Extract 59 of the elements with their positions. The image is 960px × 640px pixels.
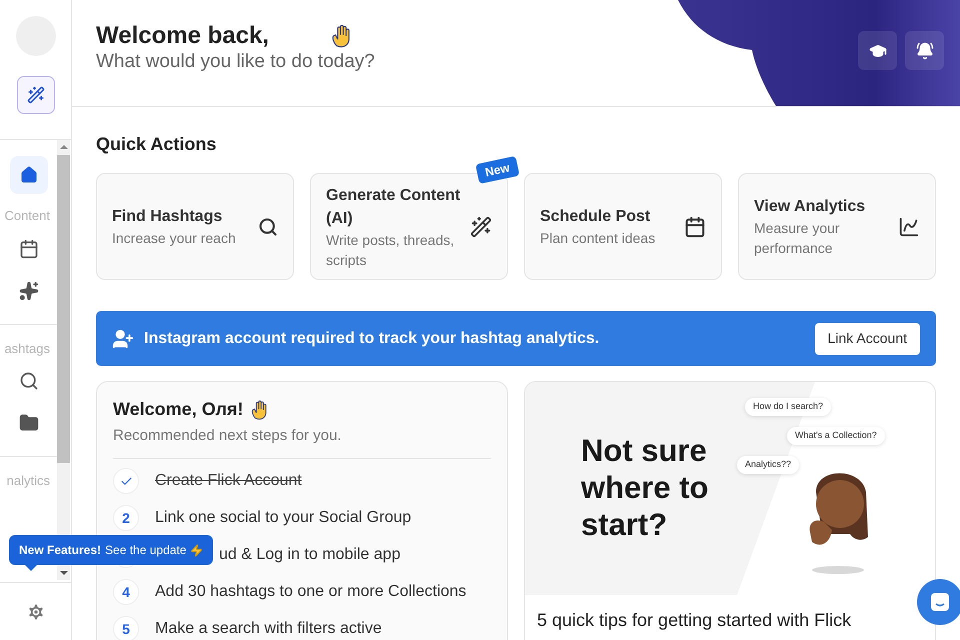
sidebar-section-label: Content <box>4 207 51 225</box>
calendar-icon <box>684 216 706 238</box>
step-text: Make a search with filters active <box>155 619 382 639</box>
card-subtitle: Write posts, threads, scripts <box>326 230 456 270</box>
quick-action-card[interactable]: View Analytics Measure your performance <box>738 173 936 280</box>
section-title: Quick Actions <box>96 133 218 156</box>
add-user-icon <box>112 328 134 350</box>
card-title: Generate Content (AI) <box>326 186 462 228</box>
speech-bubble: What's a Collection? <box>787 427 885 444</box>
card-subtitle: Increase your reach <box>112 229 237 248</box>
scroll-down-arrow-icon <box>60 571 68 575</box>
calendar-icon <box>18 238 38 258</box>
sparkles-icon <box>18 280 38 300</box>
card-title: Schedule Post <box>540 207 652 227</box>
checklist-title: Welcome, Оля! <box>113 398 244 421</box>
magic-wand-icon <box>26 86 44 104</box>
notifications-button[interactable] <box>905 31 944 70</box>
card-title: View Analytics <box>754 197 866 217</box>
step-text: Add 30 hashtags to one or more Collections <box>155 582 466 602</box>
step-number: 4 <box>113 579 139 605</box>
welcome-subtitle: What would you like to do today? <box>96 50 375 74</box>
step-text: ud & Log in to mobile app <box>219 545 400 565</box>
tips-title: 5 quick tips for getting started with Flick <box>537 609 852 632</box>
sidebar-section-label: ashtags <box>4 340 51 358</box>
step-text: Link one social to your Social Group <box>155 508 412 528</box>
home-icon <box>20 166 38 184</box>
search-icon <box>258 216 278 236</box>
speech-bubble: Analytics?? <box>737 456 800 474</box>
new-badge: New <box>476 156 520 184</box>
speech-bubble: How do I search? <box>745 398 832 416</box>
checklist-subtitle: Recommended next steps for you. <box>113 426 342 446</box>
check-icon <box>120 474 132 488</box>
tips-headline: Not sure where to start? <box>581 432 710 543</box>
tooltip-text: See the update <box>105 542 186 559</box>
search-icon <box>18 371 38 391</box>
magic-wand-button[interactable] <box>16 76 54 114</box>
welcome-title: Welcome back, <box>96 22 269 50</box>
sidebar-section-label: nalytics <box>6 472 51 490</box>
banner-text: Instagram account required to track your hashtag analytics. <box>144 328 600 348</box>
quick-action-card[interactable]: Schedule Post Plan content ideas <box>524 173 722 280</box>
tooltip-title: New Features! <box>19 542 102 559</box>
tooltip-pointer-icon <box>25 565 37 571</box>
card-subtitle: Plan content ideas <box>540 229 656 248</box>
step-number: 5 <box>113 616 139 640</box>
lightning-icon <box>190 544 204 556</box>
magic-wand-icon <box>470 216 492 238</box>
folder-icon <box>18 413 38 433</box>
step-text: Create Flick Account <box>155 471 302 491</box>
sidebar-nav-item[interactable] <box>10 156 48 194</box>
link-account-button[interactable]: Link Account <box>814 322 920 354</box>
card-title: Find Hashtags <box>112 207 224 227</box>
new-features-tooltip[interactable]: New Features! See the update <box>9 535 214 565</box>
scroll-up-arrow-icon <box>60 145 68 149</box>
card-subtitle: Measure your performance <box>754 219 841 258</box>
bell-icon <box>916 42 934 60</box>
quick-action-card[interactable]: Find Hashtags Increase your reach <box>96 173 294 280</box>
learning-button[interactable] <box>858 31 897 70</box>
chat-icon <box>930 592 950 612</box>
step-number: 2 <box>113 505 139 531</box>
